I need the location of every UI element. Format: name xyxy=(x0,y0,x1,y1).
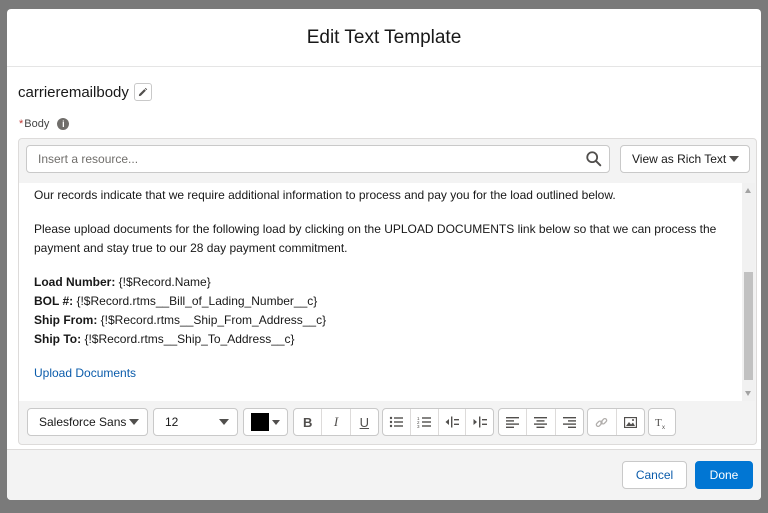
search-icon[interactable] xyxy=(585,150,603,168)
clear-format-group: Tx xyxy=(648,408,676,436)
body-editor: Insert a resource... View as Rich Text O… xyxy=(18,138,757,445)
svg-text:3: 3 xyxy=(417,424,420,428)
text-color-picker[interactable] xyxy=(243,408,288,436)
align-right-icon[interactable] xyxy=(556,409,583,435)
font-family-value: Salesforce Sans xyxy=(39,415,127,429)
template-name-row: carrieremailbody xyxy=(18,83,152,101)
font-family-select[interactable]: Salesforce Sans xyxy=(27,408,148,436)
field-label: Load Number: xyxy=(34,275,116,289)
modal-header: Edit Text Template xyxy=(7,9,761,67)
upload-documents-link[interactable]: Upload Documents xyxy=(34,366,136,380)
paragraph-2-line-2: payment and stay true to our 28 day paym… xyxy=(34,241,348,255)
field-label: BOL #: xyxy=(34,294,74,308)
insert-resource-search[interactable]: Insert a resource... xyxy=(26,145,610,173)
content-scrollbar[interactable] xyxy=(742,183,755,401)
edit-text-template-modal: Edit Text Template carrieremailbody * Bo… xyxy=(7,9,761,500)
image-icon[interactable] xyxy=(617,409,645,435)
ship-from-line: Ship From: {!$Record.rtms__Ship_From_Add… xyxy=(34,311,727,330)
field-value: {!$Record.rtms__Bill_of_Lading_Number__c… xyxy=(73,294,318,308)
done-button[interactable]: Done xyxy=(695,461,753,489)
svg-text:x: x xyxy=(662,425,665,429)
paragraph-2-line-1: Please upload documents for the followin… xyxy=(34,222,717,236)
formatting-toolbar: Salesforce Sans 12 B I U 1 2 3 T x xyxy=(19,401,756,444)
bulleted-list-icon[interactable] xyxy=(383,409,411,435)
scroll-down-icon[interactable] xyxy=(745,391,751,396)
field-value: {!$Record.Name} xyxy=(115,275,211,289)
clear-formatting-icon[interactable]: Tx xyxy=(649,409,675,435)
scroll-thumb[interactable] xyxy=(744,272,753,380)
bold-button[interactable]: B xyxy=(294,409,323,435)
body-label-row: * Body i xyxy=(19,118,70,130)
chevron-down-icon xyxy=(129,419,139,425)
view-mode-label: View as Rich Text xyxy=(632,152,727,166)
insert-group xyxy=(587,408,645,436)
template-name: carrieremailbody xyxy=(18,83,129,101)
font-size-value: 12 xyxy=(165,415,179,429)
modal-body: carrieremailbody * Body i Insert a resou… xyxy=(7,67,761,449)
align-left-icon[interactable] xyxy=(499,409,528,435)
search-input[interactable]: Insert a resource... xyxy=(27,152,585,166)
field-label: Ship From: xyxy=(34,313,98,327)
view-mode-select[interactable]: View as Rich Text xyxy=(620,145,750,173)
field-value: {!$Record.rtms__Ship_To_Address__c} xyxy=(81,332,295,346)
outdent-icon[interactable] xyxy=(439,409,467,435)
edit-name-pencil-icon[interactable] xyxy=(133,83,152,101)
field-label: Ship To: xyxy=(34,332,82,346)
link-icon[interactable] xyxy=(588,409,617,435)
required-marker: * xyxy=(19,118,24,130)
chevron-down-icon xyxy=(272,419,280,425)
ship-to-line: Ship To: {!$Record.rtms__Ship_To_Address… xyxy=(34,330,727,349)
chevron-down-icon xyxy=(219,419,229,425)
paragraph-1: Our records indicate that we require add… xyxy=(34,188,616,202)
chevron-down-icon xyxy=(729,156,739,162)
field-value: {!$Record.rtms__Ship_From_Address__c} xyxy=(97,313,327,327)
scroll-up-icon[interactable] xyxy=(745,188,751,193)
modal-footer: Cancel Done xyxy=(7,449,761,500)
alignment-group xyxy=(498,408,584,436)
underline-button[interactable]: U xyxy=(351,409,378,435)
indent-icon[interactable] xyxy=(466,409,493,435)
svg-text:T: T xyxy=(655,417,662,429)
text-style-group: B I U xyxy=(293,408,379,436)
body-label: Body xyxy=(24,118,50,130)
info-icon[interactable]: i xyxy=(57,118,70,130)
list-indent-group: 123 xyxy=(382,408,494,436)
font-size-select[interactable]: 12 xyxy=(153,408,238,436)
rich-text-content[interactable]: Our records indicate that we require add… xyxy=(19,183,742,401)
modal-title: Edit Text Template xyxy=(306,26,462,48)
cancel-button[interactable]: Cancel xyxy=(622,461,687,489)
load-number-line: Load Number: {!$Record.Name} xyxy=(34,273,727,292)
align-center-icon[interactable] xyxy=(527,409,556,435)
bol-line: BOL #: {!$Record.rtms__Bill_of_Lading_Nu… xyxy=(34,292,727,311)
italic-button[interactable]: I xyxy=(322,409,351,435)
numbered-list-icon[interactable]: 123 xyxy=(411,409,439,435)
color-swatch xyxy=(251,413,269,431)
